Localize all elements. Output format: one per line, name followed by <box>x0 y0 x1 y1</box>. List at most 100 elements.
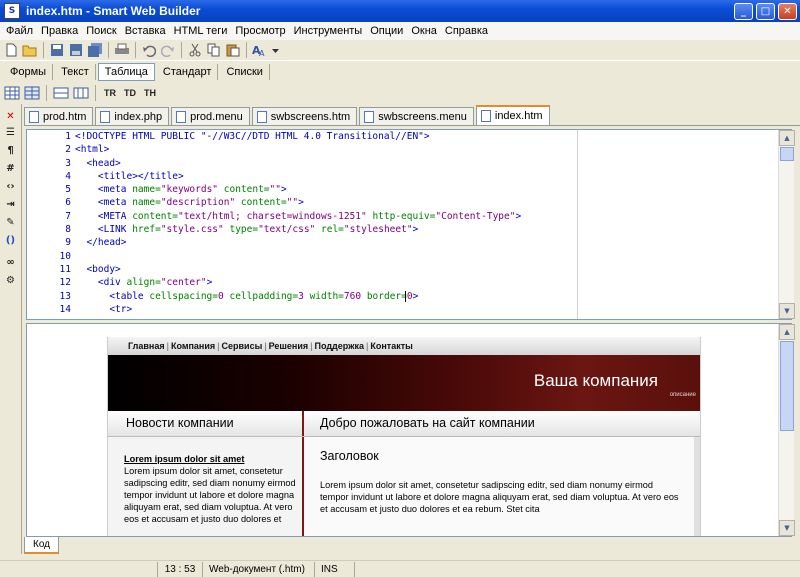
tab-table[interactable]: Таблица <box>97 62 155 81</box>
view-tabs: Код <box>22 537 800 555</box>
open-folder-icon[interactable] <box>22 42 38 58</box>
nav-link[interactable]: Контакты <box>370 341 412 351</box>
tab-lists[interactable]: Списки <box>220 63 270 80</box>
text-cursor <box>405 290 406 302</box>
code-line[interactable]: <html> <box>75 143 791 156</box>
scroll-up-icon[interactable]: ▲ <box>779 130 795 146</box>
tools-icon[interactable]: ⚙ <box>3 274 19 288</box>
file-tab-active[interactable]: index.htm <box>475 105 550 125</box>
code-line[interactable]: <div align="center"> <box>75 276 791 289</box>
hash-icon[interactable]: # <box>3 162 19 176</box>
line-number: 5 <box>65 184 71 196</box>
menu-html-tags[interactable]: HTML теги <box>170 25 232 37</box>
web-preview[interactable]: Главная | Компания | Сервисы | Решения | Под… <box>26 323 792 537</box>
preview-scrollbar[interactable]: ▲ ▼ <box>778 324 795 536</box>
scroll-down-icon[interactable]: ▼ <box>779 520 795 536</box>
th-tag-button[interactable]: TH <box>142 87 158 99</box>
table-grid-icon[interactable] <box>24 85 40 101</box>
table-rows-icon[interactable] <box>53 85 69 101</box>
copy-icon[interactable] <box>206 42 222 58</box>
code-line[interactable]: </head> <box>75 236 791 249</box>
code-line[interactable] <box>75 250 791 263</box>
banner-subtitle: описание <box>669 392 696 398</box>
new-file-icon[interactable] <box>3 42 19 58</box>
menu-windows[interactable]: Окна <box>407 25 441 37</box>
code-line[interactable]: <head> <box>75 157 791 170</box>
toolbar-separator <box>43 42 44 58</box>
undo-icon[interactable] <box>141 42 157 58</box>
code-line[interactable]: <LINK href="style.css" type="text/css" r… <box>75 223 791 236</box>
code-area[interactable]: <!DOCTYPE HTML PUBLIC "-//W3C//DTD HTML … <box>75 130 791 316</box>
menu-search[interactable]: Поиск <box>82 25 120 37</box>
nav-link[interactable]: Главная <box>128 341 165 351</box>
code-line[interactable]: <title></title> <box>75 170 791 183</box>
line-number: 3 <box>65 157 71 169</box>
cut-icon[interactable] <box>187 42 203 58</box>
tab-standard[interactable]: Стандарт <box>157 63 219 80</box>
properties-icon[interactable]: ☰ <box>3 126 19 140</box>
minimize-icon[interactable]: _ <box>734 2 753 20</box>
menu-file[interactable]: Файл <box>2 25 37 37</box>
close-panel-icon[interactable]: ✕ <box>3 110 19 124</box>
news-column: Lorem ipsum dolor sit amet Lorem ipsum d… <box>108 437 304 536</box>
code-line[interactable]: <body> <box>75 263 791 276</box>
title-bar[interactable]: S index.htm - Smart Web Builder _ □ ✕ <box>0 0 800 22</box>
menu-edit[interactable]: Правка <box>37 25 82 37</box>
code-line[interactable]: <table cellspacing=0 cellpadding=3 width… <box>75 290 791 303</box>
news-item-title[interactable]: Lorem ipsum dolor sit amet <box>124 453 298 465</box>
menu-tools[interactable]: Инструменты <box>290 25 367 37</box>
insert-table-icon[interactable] <box>4 85 20 101</box>
tab-text[interactable]: Текст <box>55 63 96 80</box>
nav-link[interactable]: Сервисы <box>222 341 263 351</box>
code-line[interactable]: <tr> <box>75 303 791 316</box>
tr-tag-button[interactable]: TR <box>102 87 118 99</box>
save-as-icon[interactable] <box>68 42 84 58</box>
code-line[interactable]: <meta name="description" content=""> <box>75 196 791 209</box>
save-all-icon[interactable] <box>87 42 103 58</box>
brackets-icon[interactable]: () <box>3 234 19 248</box>
line-number: 1 <box>65 131 71 142</box>
file-tab[interactable]: prod.htm <box>24 107 94 125</box>
brush-icon[interactable]: ✎ <box>3 216 19 230</box>
nav-link[interactable]: Компания <box>171 341 215 351</box>
file-tab[interactable]: prod.menu <box>171 107 250 125</box>
file-tab[interactable]: swbscreens.htm <box>251 107 358 125</box>
file-tabs: prod.htm index.php prod.menu swbscreens.… <box>24 105 800 126</box>
indent-icon[interactable]: ⇥ <box>3 198 19 212</box>
tag-icon[interactable]: ‹› <box>3 180 19 194</box>
scroll-up-icon[interactable]: ▲ <box>779 324 795 340</box>
paste-icon[interactable] <box>225 42 241 58</box>
menu-help[interactable]: Справка <box>441 25 492 37</box>
nav-link[interactable]: Поддержка <box>314 341 364 351</box>
editor-scrollbar[interactable]: ▲ ▼ <box>778 130 795 319</box>
maximize-icon[interactable]: □ <box>756 2 775 20</box>
menu-options[interactable]: Опции <box>366 25 407 37</box>
code-line[interactable]: <meta name="keywords" content=""> <box>75 183 791 196</box>
tab-forms[interactable]: Формы <box>4 63 54 80</box>
tab-code[interactable]: Код <box>24 537 60 554</box>
save-icon[interactable] <box>49 42 65 58</box>
close-icon[interactable]: ✕ <box>778 2 797 20</box>
table-cols-icon[interactable] <box>73 85 89 101</box>
file-tab[interactable]: index.php <box>95 107 170 125</box>
code-editor[interactable]: 1 2 3 4 5 6 7 8 9 10 11 12 13 14 <!DOCTY… <box>26 129 792 320</box>
print-icon[interactable] <box>114 42 130 58</box>
find-icon[interactable]: AA <box>252 42 268 58</box>
menu-insert[interactable]: Вставка <box>121 25 170 37</box>
left-toolbar: ✕ ☰ ¶ # ‹› ⇥ ✎ () ∞ ⚙ <box>0 104 22 554</box>
nav-link[interactable]: Решения <box>269 341 309 351</box>
scroll-thumb[interactable] <box>780 341 794 431</box>
scroll-down-icon[interactable]: ▼ <box>779 303 795 319</box>
link-icon[interactable]: ∞ <box>3 256 19 270</box>
section-headings: Новости компании Добро пожаловать на сай… <box>108 411 700 437</box>
code-line[interactable]: <META content="text/html; charset=window… <box>75 210 791 223</box>
td-tag-button[interactable]: TD <box>122 87 138 99</box>
menu-view[interactable]: Просмотр <box>231 25 289 37</box>
redo-icon[interactable] <box>160 42 176 58</box>
main-text: Lorem ipsum dolor sit amet, consetetur s… <box>320 480 679 514</box>
code-line[interactable]: <!DOCTYPE HTML PUBLIC "-//W3C//DTD HTML … <box>75 130 791 143</box>
dropdown-icon[interactable] <box>271 42 279 58</box>
paragraph-icon[interactable]: ¶ <box>3 144 19 158</box>
scroll-thumb[interactable] <box>780 147 794 161</box>
file-tab[interactable]: swbscreens.menu <box>359 107 474 125</box>
